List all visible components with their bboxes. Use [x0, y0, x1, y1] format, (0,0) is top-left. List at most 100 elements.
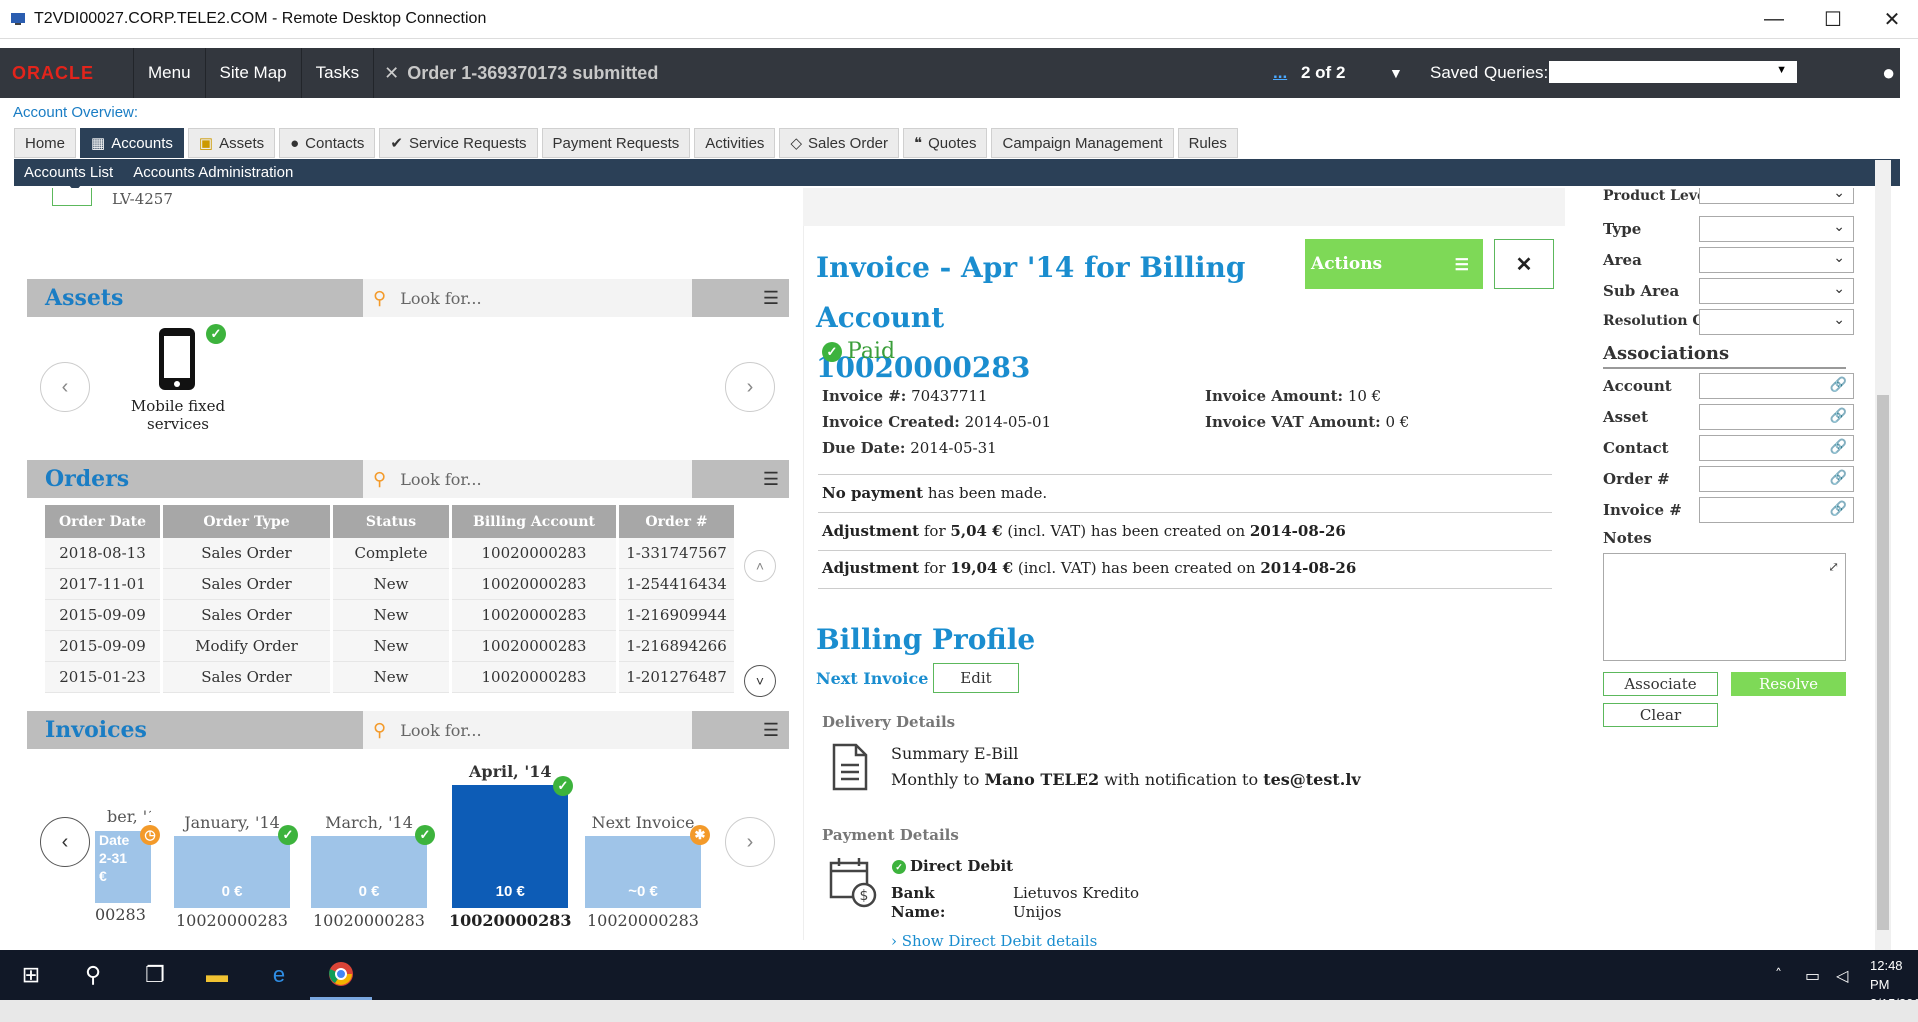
task-view-icon[interactable]: ❐	[124, 950, 186, 1000]
tab-quotes[interactable]: ❝ Quotes	[903, 128, 988, 158]
assets-icon: ▣	[198, 135, 214, 152]
invoice-number-field[interactable]: 🔗	[1699, 497, 1854, 523]
check-circle-icon: ✔	[390, 135, 403, 152]
invoices-search[interactable]: ⚲ Look for...	[363, 711, 692, 749]
mobile-phone-icon[interactable]	[155, 326, 199, 392]
delivery-line-2: Monthly to Mano TELE2 with notification …	[891, 770, 1361, 789]
user-icon[interactable]: ●	[1882, 60, 1895, 86]
menu-button[interactable]: Menu	[134, 48, 206, 98]
tab-accounts[interactable]: ▦ Accounts	[80, 128, 184, 158]
close-detail-button[interactable]: ✕	[1494, 239, 1554, 289]
prev-invoice-button[interactable]: ‹	[40, 817, 90, 867]
invoice-item[interactable]: Next Invoice ~0 € 10020000283	[585, 805, 701, 930]
next-invoice-link[interactable]: Next Invoice	[816, 669, 928, 688]
associate-button[interactable]: Associate	[1603, 672, 1718, 696]
edit-button[interactable]: Edit	[933, 663, 1019, 693]
windows-start-icon[interactable]: ⊞	[0, 950, 62, 1000]
resolve-button[interactable]: Resolve	[1731, 672, 1846, 696]
link-icon[interactable]: 🔗	[1830, 470, 1847, 486]
product-level-select[interactable]: ⌄	[1699, 185, 1854, 204]
col-order-type[interactable]: Order Type	[163, 505, 330, 538]
tab-campaign-management[interactable]: Campaign Management	[991, 128, 1174, 158]
field-label: Invoice #:	[822, 387, 907, 405]
invoice-item[interactable]: January, '14 0 € 10020000283	[174, 805, 290, 930]
paging-dropdown-icon[interactable]: ▼	[1389, 65, 1403, 81]
saved-queries-select[interactable]: ▼	[1549, 61, 1797, 83]
expand-icon[interactable]: ⤢	[1828, 560, 1839, 575]
site-map-button[interactable]: Site Map	[206, 48, 302, 98]
actions-button[interactable]: Actions ☰	[1305, 239, 1483, 289]
table-row[interactable]: 2015-09-09 Sales Order New 10020000283 1-216…	[45, 600, 734, 631]
prev-arrow-button[interactable]: ‹	[40, 362, 90, 412]
asset-label: Asset	[1603, 408, 1648, 426]
scrollbar-thumb[interactable]	[1877, 395, 1889, 930]
table-row[interactable]: 2015-09-09 Modify Order New 10020000283 1-21…	[45, 631, 734, 662]
link-icon[interactable]: 🔗	[1830, 377, 1847, 393]
clear-button[interactable]: Clear	[1603, 703, 1718, 727]
more-dots-link[interactable]: ...	[1273, 63, 1287, 83]
chrome-browser-icon[interactable]	[310, 950, 372, 1000]
next-arrow-button[interactable]: ›	[725, 362, 775, 412]
delivery-channel: Mano TELE2	[984, 770, 1100, 789]
tab-sales-order[interactable]: ◇ Sales Order	[779, 128, 900, 158]
vertical-scrollbar[interactable]	[1875, 160, 1891, 950]
horizontal-scrollbar[interactable]	[0, 1000, 1918, 1022]
col-order-number[interactable]: Order #	[619, 505, 734, 538]
file-explorer-icon[interactable]: ▬	[186, 950, 248, 1000]
close-window-button[interactable]: ✕	[1862, 0, 1918, 39]
hamburger-menu-icon[interactable]: ☰	[692, 460, 789, 498]
table-row[interactable]: 2015-01-23 Sales Order New 10020000283 1-201…	[45, 662, 734, 693]
volume-icon[interactable]: ◁	[1836, 966, 1848, 985]
col-billing-account[interactable]: Billing Account	[452, 505, 616, 538]
invoice-item-partial[interactable]: ber, '13 Date 2-31 € 00283	[95, 805, 151, 925]
dismiss-notification-icon[interactable]: ✕	[384, 63, 399, 84]
network-icon[interactable]: ▭	[1805, 966, 1820, 985]
tab-activities[interactable]: Activities	[694, 128, 776, 158]
table-row[interactable]: 2017-11-01 Sales Order New 10020000283 1-254…	[45, 569, 734, 600]
assets-search[interactable]: ⚲ Look for...	[363, 279, 692, 317]
edge-browser-icon[interactable]: e	[248, 950, 310, 1000]
col-order-date[interactable]: Order Date	[45, 505, 160, 538]
scroll-down-button[interactable]: ˅	[744, 665, 776, 697]
divider	[818, 588, 1552, 589]
hamburger-menu-icon[interactable]: ☰	[692, 711, 789, 749]
tab-rules[interactable]: Rules	[1177, 128, 1238, 158]
invoice-item[interactable]: March, '14 0 € 10020000283	[311, 805, 427, 930]
maximize-button[interactable]: ☐	[1803, 0, 1863, 39]
minimize-button[interactable]: —	[1744, 0, 1804, 39]
tab-service-requests[interactable]: ✔ Service Requests	[379, 128, 538, 158]
actions-label: Actions	[1311, 254, 1383, 274]
type-select[interactable]: ⌄	[1699, 216, 1854, 242]
next-invoice-button[interactable]: ›	[725, 817, 775, 867]
search-icon[interactable]: ⚲	[62, 950, 124, 1000]
order-number-label: Order #	[1603, 470, 1670, 488]
tab-home[interactable]: Home	[14, 128, 77, 158]
tasks-button[interactable]: Tasks	[302, 48, 375, 98]
hamburger-menu-icon[interactable]: ☰	[692, 279, 789, 317]
notes-textarea[interactable]: ⤢	[1603, 553, 1846, 661]
tab-assets[interactable]: ▣ Assets	[187, 128, 276, 158]
tab-payment-requests[interactable]: Payment Requests	[541, 128, 691, 158]
col-status[interactable]: Status	[333, 505, 449, 538]
resolution-code-select[interactable]: ⌄	[1699, 309, 1854, 335]
oracle-logo[interactable]: ORACLE	[0, 48, 134, 98]
contact-field[interactable]: 🔗	[1699, 435, 1854, 461]
order-number-field[interactable]: 🔗	[1699, 466, 1854, 492]
link-icon[interactable]: 🔗	[1830, 501, 1847, 517]
scroll-up-button[interactable]: ˄	[744, 550, 776, 582]
show-direct-debit-link[interactable]: › Show Direct Debit details	[891, 932, 1097, 950]
account-overview-breadcrumb[interactable]: Account Overview:	[13, 104, 138, 121]
chevron-up-icon[interactable]: ˄	[1775, 967, 1782, 983]
link-icon[interactable]: 🔗	[1830, 408, 1847, 424]
accounts-list-link[interactable]: Accounts List	[14, 164, 123, 181]
asset-field[interactable]: 🔗	[1699, 404, 1854, 430]
table-row[interactable]: 2018-08-13 Sales Order Complete 10020000283…	[45, 538, 734, 569]
sub-area-select[interactable]: ⌄	[1699, 278, 1854, 304]
area-select[interactable]: ⌄	[1699, 247, 1854, 273]
cell: 10020000283	[452, 662, 616, 693]
accounts-administration-link[interactable]: Accounts Administration	[123, 164, 303, 181]
tab-contacts[interactable]: ● Contacts	[279, 128, 376, 158]
link-icon[interactable]: 🔗	[1830, 439, 1847, 455]
orders-search[interactable]: ⚲ Look for...	[363, 460, 692, 498]
account-field[interactable]: 🔗	[1699, 373, 1854, 399]
